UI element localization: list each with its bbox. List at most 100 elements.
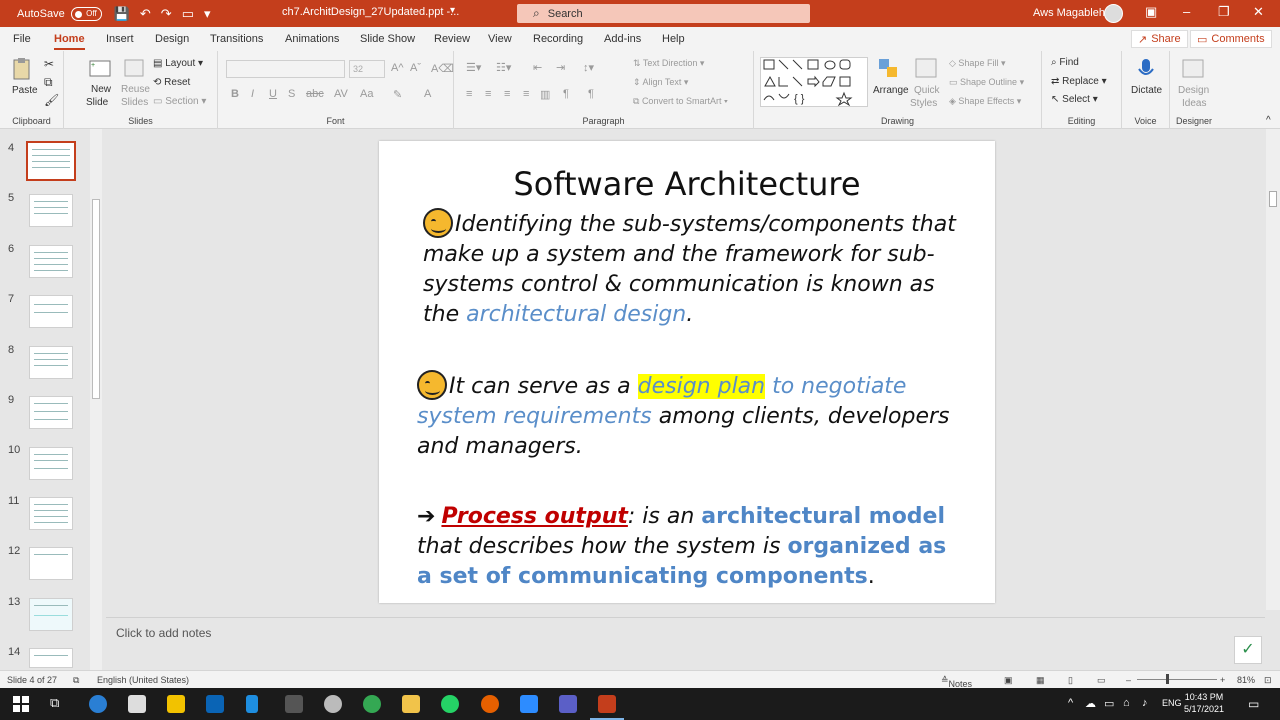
zoom-level[interactable]: 81% — [1237, 675, 1255, 685]
file-explorer-icon[interactable] — [402, 695, 420, 713]
accessibility-icon[interactable]: ⧉ — [73, 675, 79, 686]
notes-pane[interactable]: Click to add notes — [106, 617, 1265, 670]
onedrive-icon[interactable]: ☁ — [1085, 697, 1096, 710]
slide-thumbnail-12[interactable] — [29, 547, 73, 580]
decrease-indent-icon[interactable]: ⇤ — [533, 61, 542, 74]
shadow-icon[interactable]: S — [288, 88, 295, 100]
store-icon[interactable] — [128, 695, 146, 713]
slideshow-view-icon[interactable]: ▭ — [1097, 675, 1106, 686]
teams-icon[interactable] — [559, 695, 577, 713]
tab-recording[interactable]: Recording — [533, 33, 583, 45]
align-center-icon[interactable]: ≡ — [485, 88, 491, 100]
tab-review[interactable]: Review — [434, 33, 470, 45]
bullets-icon[interactable]: ☰▾ — [466, 61, 481, 74]
notifications-icon[interactable]: ▭ — [1248, 697, 1259, 711]
input-language[interactable]: ENG — [1162, 698, 1182, 708]
slide-thumbnail-7[interactable] — [29, 295, 73, 328]
network-icon[interactable]: ⌂ — [1123, 697, 1130, 709]
highlight-icon[interactable]: ✎ — [393, 88, 402, 101]
search-box[interactable]: ⌕ Search — [517, 4, 810, 23]
scrollbar-thumb[interactable] — [1269, 191, 1277, 207]
microphone-icon[interactable] — [1134, 57, 1158, 81]
avatar[interactable] — [1104, 4, 1123, 23]
new-slide-icon[interactable]: + — [88, 57, 112, 81]
slide-paragraph-3[interactable]: ➔ Process output: is an architectural mod… — [417, 502, 962, 592]
slide-thumbnail-6[interactable] — [29, 245, 73, 278]
font-name-input[interactable] — [226, 60, 345, 78]
system-clock[interactable]: 10:43 PM 5/17/2021 — [1184, 691, 1224, 715]
customize-toolbar-icon[interactable]: ▾ — [204, 6, 211, 22]
convert-smartart-button[interactable]: ⧉ Convert to SmartArt ▾ — [633, 96, 728, 107]
copy-icon[interactable]: ⧉ — [44, 75, 53, 90]
task-view-icon[interactable]: ⧉ — [50, 695, 59, 711]
shape-effects-button[interactable]: ◈ Shape Effects ▾ — [949, 96, 1021, 107]
tab-transitions[interactable]: Transitions — [210, 33, 263, 45]
shapes-gallery[interactable]: { } — [760, 57, 868, 107]
quick-styles-icon[interactable] — [914, 57, 938, 81]
cut-icon[interactable]: ✂ — [44, 57, 54, 71]
battery-icon[interactable]: ▭ — [1104, 697, 1114, 710]
new-slide-button[interactable]: New — [91, 84, 111, 95]
quick-styles-button[interactable]: Quick — [914, 85, 940, 96]
zoom-slider-handle[interactable] — [1166, 674, 1169, 684]
normal-view-icon[interactable]: ▣ — [1004, 675, 1013, 686]
slide-thumbnail-8[interactable] — [29, 346, 73, 379]
change-case-icon[interactable]: Aa — [360, 88, 373, 100]
tab-help[interactable]: Help — [662, 33, 685, 45]
canvas-scrollbar[interactable] — [1266, 129, 1280, 610]
edge-icon[interactable] — [89, 695, 107, 713]
slide-thumbnail-10[interactable] — [29, 447, 73, 480]
select-button[interactable]: ↖ Select ▾ — [1051, 94, 1098, 105]
zoom-out-icon[interactable]: – — [1126, 675, 1131, 685]
reuse-slides-button[interactable]: Reuse — [121, 84, 150, 95]
collapse-ribbon-icon[interactable]: ^ — [1266, 115, 1271, 126]
design-ideas-button[interactable]: Design — [1178, 85, 1209, 96]
firefox-icon[interactable] — [481, 695, 499, 713]
align-text-button[interactable]: ⇕ Align Text ▾ — [633, 77, 688, 88]
windows-start-icon[interactable] — [13, 696, 29, 712]
current-slide[interactable]: Software Architecture Identifying the su… — [379, 141, 995, 603]
sticky-notes-icon[interactable] — [167, 695, 185, 713]
language-indicator[interactable]: English (United States) — [97, 675, 189, 685]
arrange-icon[interactable] — [877, 57, 901, 81]
ltr-icon[interactable]: ¶ — [588, 88, 594, 100]
phone-icon[interactable] — [246, 695, 258, 713]
chevron-down-icon[interactable]: ▾ — [450, 5, 455, 16]
redo-icon[interactable]: ↷ — [161, 6, 172, 22]
tab-file[interactable]: File — [13, 33, 31, 45]
layout-button[interactable]: ▤ Layout ▾ — [153, 58, 203, 69]
strikethrough-icon[interactable]: abc — [306, 88, 324, 100]
chrome-icon[interactable] — [363, 695, 381, 713]
reading-view-icon[interactable]: ▯ — [1068, 675, 1073, 686]
notes-toggle[interactable]: ≙ Notes — [941, 675, 972, 689]
whatsapp-icon[interactable] — [441, 695, 459, 713]
reset-button[interactable]: ⟲ Reset — [153, 77, 190, 88]
find-button[interactable]: ⌕ Find — [1051, 57, 1079, 68]
tab-view[interactable]: View — [488, 33, 512, 45]
design-ideas-icon[interactable] — [1181, 57, 1205, 81]
ribbon-display-icon[interactable]: ▣ — [1145, 4, 1157, 20]
autosave-control[interactable]: AutoSave Off — [17, 6, 102, 21]
italic-icon[interactable]: I — [251, 88, 254, 100]
save-icon[interactable]: 💾 — [114, 6, 130, 22]
decrease-font-icon[interactable]: Aˇ — [410, 62, 421, 74]
numbering-icon[interactable]: ☷▾ — [496, 61, 511, 74]
line-spacing-icon[interactable]: ↕▾ — [583, 61, 594, 74]
show-hidden-icons-icon[interactable]: ^ — [1068, 697, 1073, 709]
zoom-app-icon[interactable] — [520, 695, 538, 713]
rtl-icon[interactable]: ¶ — [563, 88, 569, 100]
justify-icon[interactable]: ≡ — [523, 88, 529, 100]
shape-outline-button[interactable]: ▭ Shape Outline ▾ — [949, 77, 1024, 88]
align-right-icon[interactable]: ≡ — [504, 88, 510, 100]
character-spacing-icon[interactable]: AV — [334, 88, 348, 100]
slide-thumbnail-11[interactable] — [29, 497, 73, 530]
replace-button[interactable]: ⇄ Replace ▾ — [1051, 76, 1107, 87]
slide-thumbnail-4[interactable] — [26, 141, 76, 181]
undo-icon[interactable]: ↶ — [140, 6, 151, 22]
slide-sorter-icon[interactable]: ▦ — [1036, 675, 1045, 686]
close-icon[interactable]: ✕ — [1253, 4, 1264, 20]
autosave-toggle[interactable]: Off — [70, 6, 102, 21]
zoom-slider[interactable] — [1137, 679, 1217, 680]
tab-animations[interactable]: Animations — [285, 33, 339, 45]
tab-design[interactable]: Design — [155, 33, 189, 45]
